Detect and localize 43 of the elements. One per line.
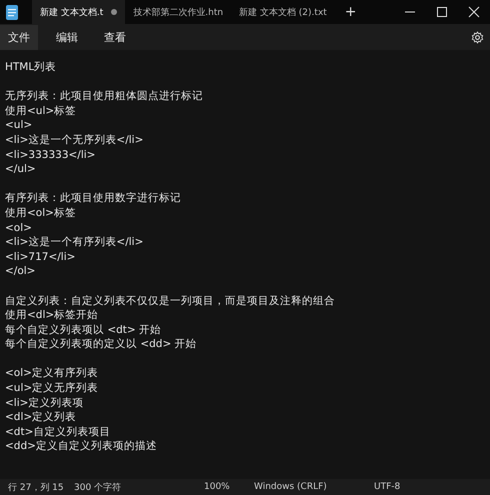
text-line: <li>717</li> bbox=[5, 250, 76, 264]
text-line: 自定义列表：自定义列表不仅仅是一列项目，而是项目及注释的组合 bbox=[5, 294, 336, 308]
text-line: <dl>定义列表 bbox=[5, 410, 78, 425]
close-icon[interactable] bbox=[468, 6, 480, 18]
text-line: <ul> bbox=[5, 118, 34, 133]
menu-item[interactable]: 编辑 bbox=[48, 24, 86, 50]
text-line: <li>333333</li> bbox=[5, 148, 96, 162]
text-line: <ol>定义有序列表 bbox=[5, 366, 99, 382]
line-ending: Windows (CRLF) bbox=[254, 482, 328, 492]
text-line: 每个自定义列表项的定义以 <dd> 开始 bbox=[5, 337, 198, 352]
settings-icon[interactable] bbox=[471, 30, 484, 44]
tab-title: 新建 文本文档 (2).txt bbox=[239, 6, 327, 18]
text-line: <dt>自定义列表项目 bbox=[5, 424, 112, 440]
text-line: <li>这是一个无序列表</li> bbox=[5, 132, 144, 148]
text-line: <ol> bbox=[5, 220, 33, 236]
text-line: HTML列表 bbox=[5, 60, 58, 75]
text-line: <dd>定义自定义列表项的描述 bbox=[5, 439, 158, 454]
text-line: <li>这是一个有序列表</li> bbox=[5, 235, 144, 250]
zoom-level: 100% bbox=[204, 482, 231, 492]
text-line: 无序列表：此项目使用粗体圆点进行标记 bbox=[5, 89, 204, 104]
text-line: </ol> bbox=[5, 264, 36, 279]
encoding: UTF-8 bbox=[374, 482, 400, 492]
file-tab[interactable]: 新建 文本文档.t bbox=[32, 0, 126, 24]
unsaved-dot-icon bbox=[111, 9, 118, 15]
text-line: 使用<ol>标签 bbox=[5, 206, 77, 221]
file-tab[interactable]: 技术部第二次作业.htn bbox=[125, 0, 232, 24]
text-line: 使用<dl>标签开始 bbox=[5, 308, 100, 323]
new-tab-button[interactable]: + bbox=[334, 4, 367, 20]
text-line: <li>定义列表项 bbox=[5, 396, 84, 410]
text-line: 有序列表：此项目使用数字进行标记 bbox=[5, 191, 182, 206]
menu-item[interactable]: 查看 bbox=[96, 24, 134, 50]
tab-title: 新建 文本文档.t bbox=[40, 6, 104, 18]
text-line: 每个自定义列表项以 <dt> 开始 bbox=[5, 322, 162, 338]
file-tab[interactable]: 新建 文本文档 (2).txt bbox=[231, 0, 335, 24]
character-count: 300 个字符 bbox=[74, 482, 122, 494]
notepad-icon bbox=[6, 4, 18, 20]
menu-item[interactable]: 文件 bbox=[0, 24, 38, 50]
text-line: 使用<ul>标签 bbox=[5, 104, 78, 118]
text-line: </ul> bbox=[5, 162, 37, 177]
maximize-icon[interactable] bbox=[436, 6, 448, 18]
text-line: <ul>定义无序列表 bbox=[5, 381, 100, 396]
tab-title: 技术部第二次作业.htn bbox=[133, 6, 224, 18]
cursor-position: 行 27，列 15 bbox=[8, 482, 65, 494]
